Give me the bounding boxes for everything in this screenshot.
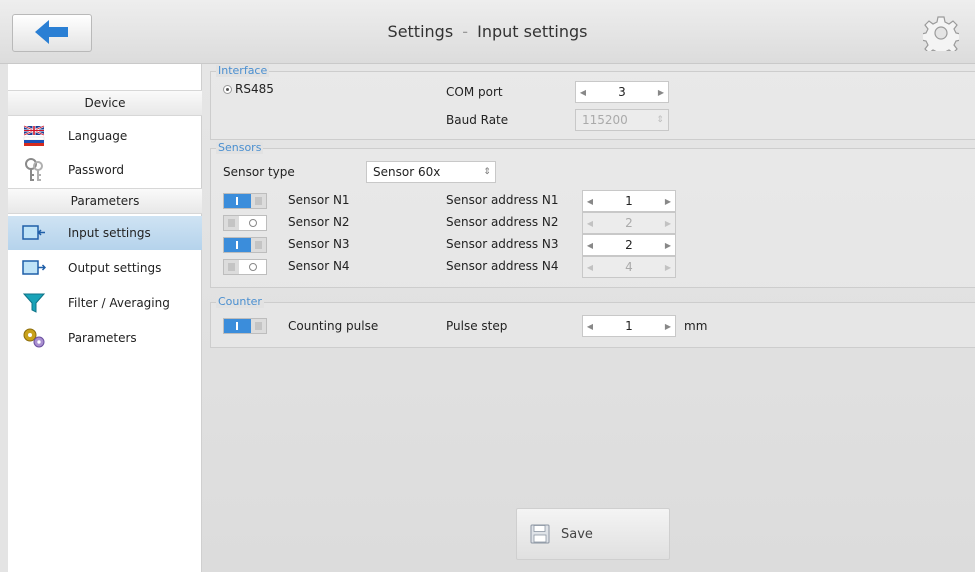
com-port-value: 3 — [618, 85, 626, 99]
com-port-label: COM port — [446, 85, 503, 99]
decrement-icon[interactable]: ◀ — [583, 219, 597, 228]
decrement-icon[interactable]: ◀ — [583, 322, 597, 331]
baud-rate-label: Baud Rate — [446, 113, 509, 127]
sidebar-item-parameters[interactable]: Parameters — [8, 321, 202, 355]
updown-caret-icon: ⇕ — [483, 167, 491, 177]
sidebar: Device Language Password Parameters Inpu… — [8, 64, 202, 572]
sensor-n3-toggle[interactable] — [223, 237, 267, 253]
counting-pulse-label: Counting pulse — [288, 319, 379, 333]
rs485-label: RS485 — [235, 82, 274, 96]
sidebar-item-password[interactable]: Password — [8, 153, 202, 187]
sensor-address-n2-spinner[interactable]: ◀ 2 ▶ — [582, 212, 676, 234]
sensor-address-n4-value: 4 — [625, 260, 633, 274]
gear-icon — [920, 15, 962, 58]
decrement-icon[interactable]: ◀ — [583, 241, 597, 250]
flag-language-icon — [22, 124, 46, 148]
sidebar-section-device: Device — [8, 90, 202, 116]
counting-pulse-toggle[interactable] — [223, 318, 267, 334]
pulse-step-value: 1 — [625, 319, 633, 333]
sidebar-item-label: Filter / Averaging — [68, 296, 170, 310]
input-icon — [22, 221, 46, 245]
sensor-address-n2-value: 2 — [625, 216, 633, 230]
sensor-n1-toggle[interactable] — [223, 193, 267, 209]
sensors-group-title: Sensors — [216, 141, 264, 154]
increment-icon[interactable]: ▶ — [661, 219, 675, 228]
pulse-step-spinner[interactable]: ◀ 1 ▶ — [582, 315, 676, 337]
sensor-n2-label: Sensor N2 — [288, 215, 350, 229]
sensor-address-n2-label: Sensor address N2 — [446, 215, 559, 229]
rs485-radio[interactable]: RS485 — [223, 82, 274, 96]
sensor-address-n3-spinner[interactable]: ◀ 2 ▶ — [582, 234, 676, 256]
sensor-type-label: Sensor type — [223, 165, 295, 179]
page-title: Settings - Input settings — [0, 22, 975, 41]
decrement-icon[interactable]: ◀ — [583, 197, 597, 206]
sensor-address-n4-label: Sensor address N4 — [446, 259, 559, 273]
increment-icon[interactable]: ▶ — [661, 263, 675, 272]
save-label: Save — [561, 526, 593, 542]
counter-group-title: Counter — [216, 295, 264, 308]
sensor-address-n1-spinner[interactable]: ◀ 1 ▶ — [582, 190, 676, 212]
sidebar-item-label: Output settings — [68, 261, 162, 275]
sensor-address-n4-spinner[interactable]: ◀ 4 ▶ — [582, 256, 676, 278]
sidebar-item-label: Input settings — [68, 226, 151, 240]
funnel-icon — [22, 291, 46, 315]
increment-icon[interactable]: ▶ — [661, 322, 675, 331]
increment-icon[interactable]: ▶ — [661, 197, 675, 206]
content-area: Interface RS485 COM port ◀ 3 ▶ Baud Rate… — [202, 64, 975, 572]
sidebar-item-label: Parameters — [68, 331, 137, 345]
sensor-n4-label: Sensor N4 — [288, 259, 350, 273]
sidebar-item-filter-averaging[interactable]: Filter / Averaging — [8, 286, 202, 320]
baud-rate-value: 115200 — [582, 113, 628, 127]
title-sub: Input settings — [477, 22, 588, 41]
com-port-spinner[interactable]: ◀ 3 ▶ — [575, 81, 669, 103]
sidebar-item-label: Password — [68, 163, 125, 177]
decrement-icon[interactable]: ◀ — [576, 88, 590, 97]
output-icon — [22, 256, 46, 280]
pulse-step-label: Pulse step — [446, 319, 508, 333]
increment-icon[interactable]: ▶ — [654, 88, 668, 97]
baud-rate-select[interactable]: 115200 ⇕ — [575, 109, 669, 131]
save-button[interactable]: Save — [516, 508, 670, 560]
sensors-group: Sensors Sensor type Sensor 60x ⇕ Sensor … — [210, 142, 975, 288]
interface-group: Interface RS485 COM port ◀ 3 ▶ Baud Rate… — [210, 65, 975, 140]
sidebar-section-parameters: Parameters — [8, 188, 202, 214]
decrement-icon[interactable]: ◀ — [583, 263, 597, 272]
settings-button[interactable] — [918, 14, 964, 58]
radio-dot-icon — [223, 85, 232, 94]
interface-group-title: Interface — [216, 64, 270, 77]
updown-caret-icon: ⇕ — [656, 115, 664, 125]
floppy-disk-icon — [529, 523, 551, 545]
header-bar: Settings - Input settings — [0, 0, 975, 64]
sidebar-item-input-settings[interactable]: Input settings — [8, 216, 202, 250]
sensor-address-n1-value: 1 — [625, 194, 633, 208]
sidebar-item-output-settings[interactable]: Output settings — [8, 251, 202, 285]
increment-icon[interactable]: ▶ — [661, 241, 675, 250]
sensor-type-value: Sensor 60x — [373, 165, 441, 179]
sensor-n1-label: Sensor N1 — [288, 193, 350, 207]
gears-icon — [22, 326, 46, 350]
sensor-n3-label: Sensor N3 — [288, 237, 350, 251]
sensor-address-n1-label: Sensor address N1 — [446, 193, 559, 207]
sensor-n4-toggle[interactable] — [223, 259, 267, 275]
title-separator: - — [462, 22, 469, 41]
pulse-step-unit: mm — [684, 319, 708, 333]
counter-group: Counter Counting pulse Pulse step ◀ 1 ▶ … — [210, 296, 975, 348]
keys-icon — [22, 158, 46, 182]
title-main: Settings — [387, 22, 454, 41]
sensor-address-n3-value: 2 — [625, 238, 633, 252]
sidebar-item-language[interactable]: Language — [8, 119, 202, 153]
sensor-address-n3-label: Sensor address N3 — [446, 237, 559, 251]
sensor-type-select[interactable]: Sensor 60x ⇕ — [366, 161, 496, 183]
sidebar-item-label: Language — [68, 129, 128, 143]
sensor-n2-toggle[interactable] — [223, 215, 267, 231]
